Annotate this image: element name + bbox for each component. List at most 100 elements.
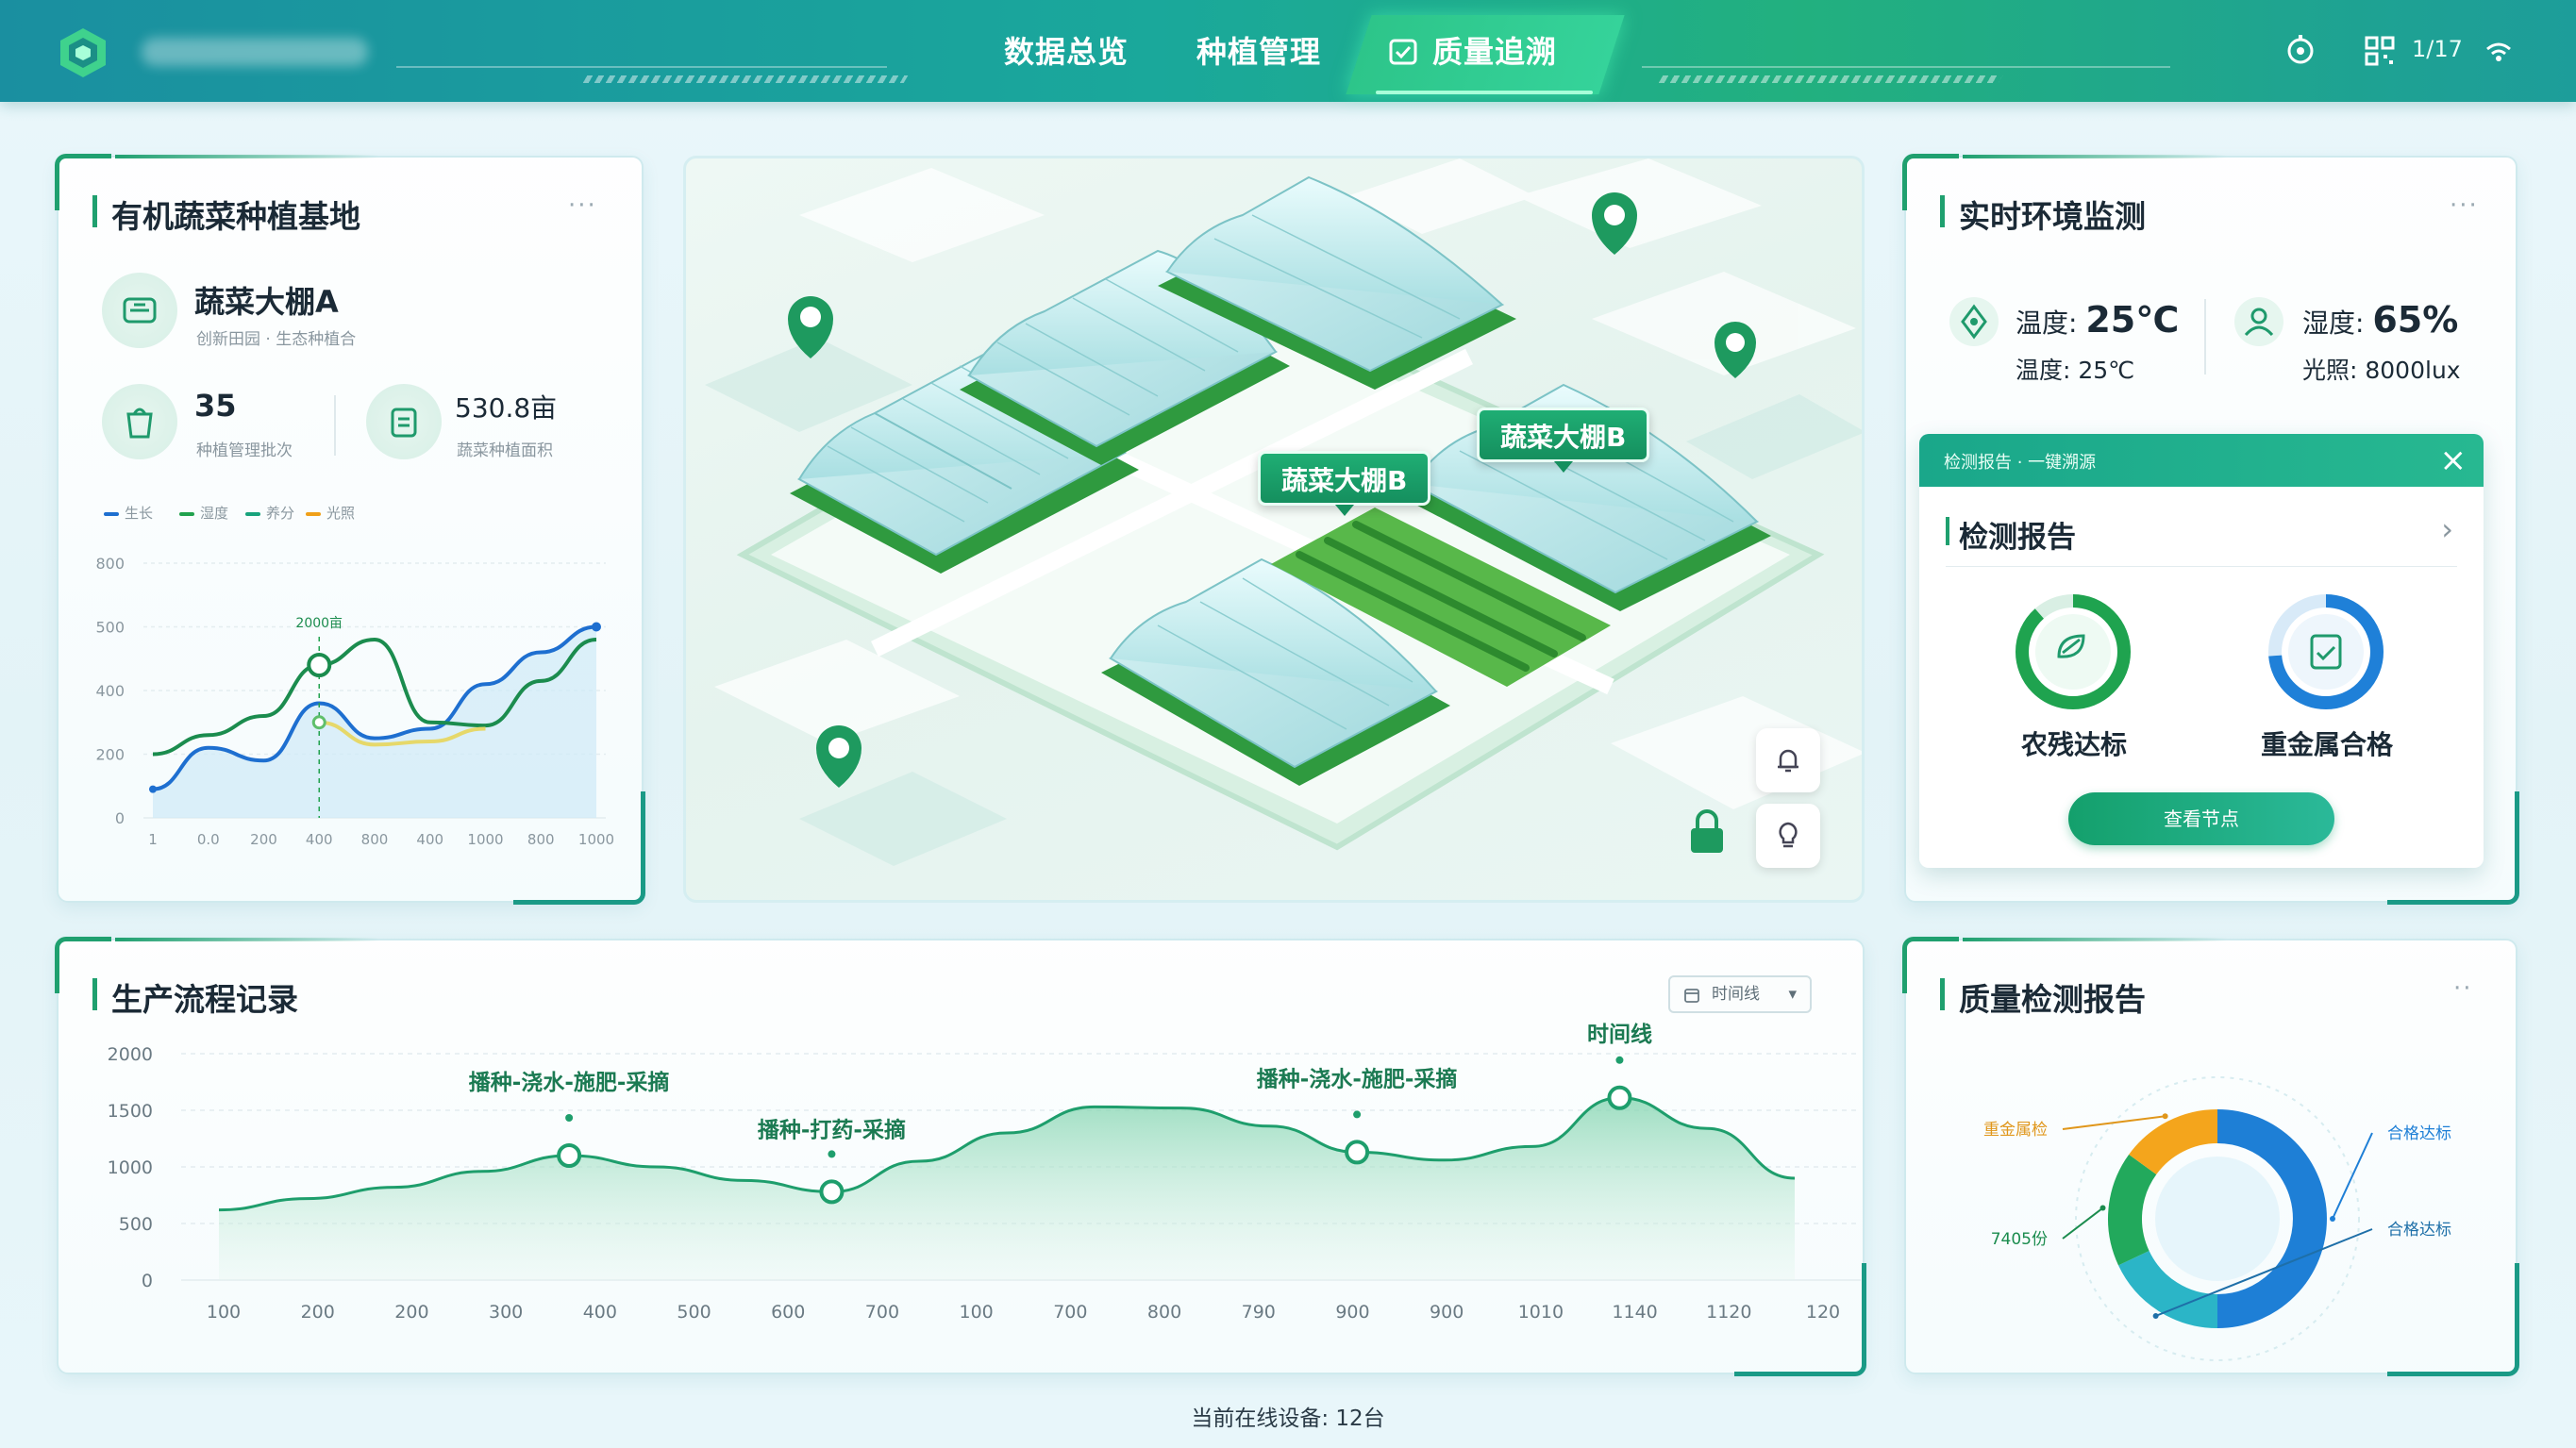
x-tick-label: 1 [148,831,158,848]
legend-item: 湿度 [179,503,228,523]
slice-label: 重金属检 [1983,1121,2048,1140]
panel-topbar [115,938,379,941]
area-fill [219,1097,1795,1280]
map-pin[interactable] [816,725,861,788]
batch-count: 35 [194,388,237,424]
greenhouse-icon [123,297,157,324]
leader-line [2062,1207,2104,1240]
greenhouse-name: 蔬菜大棚A [194,284,339,320]
greenhouse-label[interactable]: 蔬菜大棚B [1258,451,1431,516]
slice-label: 7405份 [1991,1230,2048,1249]
map-scene [705,158,1862,866]
step-annotation: 时间线 [1587,1022,1652,1047]
map-lightbulb-button[interactable] [1756,804,1820,868]
nav-planting[interactable]: 种植管理 [1196,28,1321,75]
report-title: 检测报告 [1946,513,2076,556]
heavy-metal-label: 重金属合格 [2260,729,2393,760]
greenhouse-desc: 创新田园 · 生态种植合 [196,330,357,349]
planting-base-panel: 有机蔬菜种植基地 ··· 蔬菜大棚A 创新田园 · 生态种植合 35 种植管理批… [55,154,645,905]
step-dot [828,1150,836,1158]
donut-slice [2108,1154,2157,1266]
map-bell-button[interactable] [1756,728,1820,792]
pesticide-ring [2016,594,2131,709]
peak-marker [307,653,332,677]
page-indicator: 1/17 [2412,36,2463,62]
x-tick-label: 100 [960,1302,994,1323]
wifi-icon[interactable] [2482,34,2516,68]
leader-dot [2330,1216,2335,1222]
temperature-reading: 温度: 25℃ [2016,299,2180,341]
view-node-button[interactable]: 查看节点 [2068,792,2334,845]
step-dot [565,1114,574,1122]
humidity-reading: 湿度: 65% [2302,299,2459,341]
data-point [311,715,326,730]
top-header: 数据总览 种植管理 质量追溯 1/17 [0,0,2576,102]
x-tick-label: 400 [416,831,443,848]
x-tick-label: 200 [301,1302,335,1323]
more-icon[interactable]: ··· [568,191,597,220]
header-deco-dash-right [1658,75,2003,83]
step-dot [1353,1110,1362,1119]
clipboard-icon [391,408,417,438]
y-tick-label: 1500 [108,1101,153,1122]
lock-icon[interactable] [1691,809,1723,853]
y-tick-label: 400 [95,682,125,700]
lightbulb-icon [1779,822,1798,848]
more-icon[interactable]: ··· [2450,191,2479,220]
chevron-right-icon[interactable]: › [2441,511,2453,547]
x-tick-label: 700 [1053,1302,1087,1323]
settings-icon[interactable] [2283,34,2317,68]
light-sub: 光照: 8000lux [2302,357,2461,384]
x-tick-label: 800 [527,831,555,848]
temperature-sub: 温度: 25℃ [2016,357,2135,384]
area-label: 蔬菜种植面积 [457,441,553,460]
y-tick-label: 0 [115,809,125,827]
greenhouse-map[interactable]: 蔬菜大棚B 蔬菜大棚B [683,156,1865,903]
panel-title: 实时环境监测 [1940,191,2146,237]
legend-item: 生长 [104,503,153,523]
leader-dot [2152,1313,2159,1320]
x-tick-label: 400 [306,831,333,848]
quality-donut-chart: 合格达标合格达标7405份重金属检 [1983,1076,2451,1361]
step-marker [1607,1085,1632,1110]
close-icon[interactable]: × [2440,441,2467,479]
inspection-report-card: 检测报告 · 一键溯源 × 检测报告 › 农残达标 重金属合格 查看节点 [1919,434,2484,868]
more-icon[interactable]: ·· [2453,974,2473,1003]
qr-code-icon[interactable] [2363,34,2397,68]
production-record-panel: 生产流程记录 0 500 1000 1500 2000 100 200 200 300 400 50… [55,937,1866,1376]
batch-label: 种植管理批次 [196,441,293,460]
header-deco-line-right [1642,66,2170,68]
online-devices-status: 当前在线设备: 12台 [1191,1406,1385,1431]
leader-line [2062,1115,2166,1130]
greenhouse-label[interactable]: 蔬菜大棚B [1477,408,1650,473]
panel-topbar [1963,155,2227,158]
step-marker [1345,1140,1370,1165]
leader-dot [2162,1113,2168,1120]
x-tick-label: 1000 [467,831,503,848]
step-annotation: 播种-打药-采摘 [758,1117,906,1142]
x-tick-label: 100 [207,1302,241,1323]
timeline-select[interactable]: 时间线 ▾ [1668,975,1812,1013]
step-annotation: 播种-浇水-施肥-采摘 [469,1070,670,1095]
x-tick-label: 1140 [1612,1302,1657,1323]
x-tick-label: 790 [1242,1302,1276,1323]
production-area-chart: 0 500 1000 1500 2000 100 200 200 300 400 500 600 700… [108,1022,1861,1323]
step-dot [1615,1056,1624,1064]
nav-overview[interactable]: 数据总览 [1004,28,1129,75]
area-value: 530.8亩 [455,392,558,424]
humidity-icon [2234,297,2283,346]
slice-label: 合格达标 [2387,1221,2451,1240]
bag-icon [126,408,153,439]
quality-report-panel: 质量检测报告 ·· 合格达标 合格达标 7405份 重金属检 [1902,937,2519,1376]
x-tick-label: 200 [250,831,277,848]
y-tick-label: 500 [119,1214,153,1235]
x-tick-label: 120 [1806,1302,1840,1323]
y-tick-label: 2000 [108,1044,153,1065]
nav-quality-trace[interactable]: 质量追溯 [1432,28,1557,75]
leader-dot [2099,1205,2106,1211]
x-tick-label: 800 [361,831,389,848]
x-tick-label: 200 [394,1302,428,1323]
x-tick-label: 900 [1430,1302,1464,1323]
pesticide-label: 农残达标 [2020,729,2127,760]
divider [2204,299,2206,374]
